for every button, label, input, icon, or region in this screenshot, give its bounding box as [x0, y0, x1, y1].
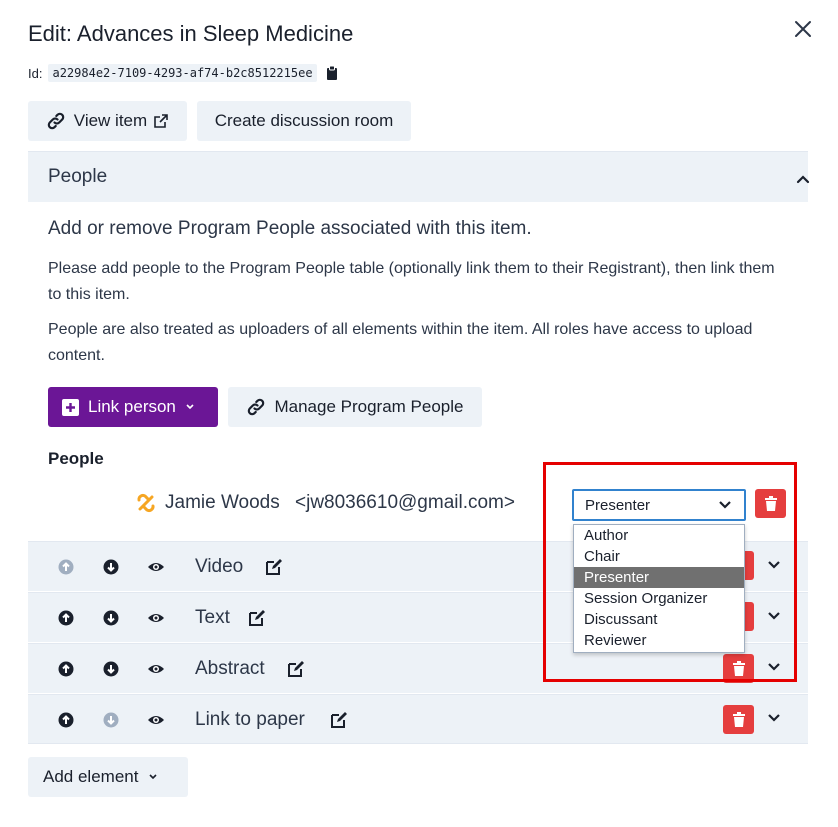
arrow-down-circle-icon[interactable]	[102, 660, 120, 678]
people-list-heading: People	[48, 449, 104, 468]
chevron-down-icon	[149, 774, 158, 780]
clipboard-icon[interactable]	[325, 65, 339, 81]
eye-icon[interactable]	[147, 660, 165, 678]
eye-icon[interactable]	[147, 609, 165, 627]
chevron-up-icon[interactable]	[796, 171, 810, 189]
modal-title: Edit: Advances in Sleep Medicine	[28, 21, 354, 46]
link-icon	[248, 398, 265, 416]
arrow-down-circle-icon[interactable]	[102, 558, 120, 576]
close-icon[interactable]	[790, 16, 816, 42]
create-discussion-room-button[interactable]: Create discussion room	[197, 101, 411, 141]
manage-program-people-button[interactable]: Manage Program People	[228, 387, 482, 427]
edit-icon[interactable]	[265, 558, 283, 576]
view-item-label: View item	[73, 111, 148, 130]
element-label: Video	[195, 556, 244, 577]
arrow-up-circle-icon[interactable]	[57, 711, 75, 729]
highlight-box	[543, 462, 797, 682]
delete-element-button[interactable]	[723, 705, 754, 734]
element-row-link-to-paper: Link to paper	[28, 694, 808, 744]
trash-icon	[732, 711, 745, 727]
link-person-button[interactable]: Link person	[48, 387, 218, 427]
arrow-down-circle-icon	[103, 712, 119, 728]
id-line: Id: a22984e2-7109-4293-af74-b2c8512215ee	[28, 64, 339, 82]
link-person-label: Link person	[88, 397, 176, 416]
element-label: Link to paper	[195, 709, 305, 730]
chevron-down-icon	[186, 404, 194, 410]
element-label: Text	[195, 607, 230, 628]
person-email: <jw8036610@gmail.com>	[295, 492, 515, 513]
view-item-button[interactable]: View item	[28, 101, 187, 141]
people-help-1: Please add people to the Program People …	[48, 260, 775, 303]
eye-icon[interactable]	[147, 711, 165, 729]
eye-icon[interactable]	[147, 558, 165, 576]
chevron-down-icon[interactable]	[766, 712, 782, 724]
edit-icon[interactable]	[287, 660, 305, 678]
add-element-label: Add element	[43, 767, 139, 786]
id-value: a22984e2-7109-4293-af74-b2c8512215ee	[48, 64, 317, 82]
edit-icon[interactable]	[330, 711, 348, 729]
plus-square-icon	[62, 398, 79, 416]
element-label: Abstract	[195, 658, 265, 679]
people-accordion-title: People	[48, 166, 108, 187]
people-intro: Add or remove Program People associated …	[48, 218, 532, 239]
external-link-icon	[154, 114, 168, 128]
link-icon	[47, 112, 65, 130]
people-help-2: People are also treated as uploaders of …	[48, 321, 753, 364]
add-element-button[interactable]: Add element	[28, 757, 188, 797]
arrow-up-circle-icon	[58, 559, 74, 575]
person-name: Jamie Woods	[165, 492, 280, 513]
arrow-up-circle-icon[interactable]	[57, 609, 75, 627]
unlinked-registrant-icon	[135, 492, 157, 514]
arrow-up-circle-icon[interactable]	[57, 660, 75, 678]
people-accordion-header[interactable]: People	[28, 151, 808, 202]
edit-icon[interactable]	[248, 609, 266, 627]
arrow-down-circle-icon[interactable]	[102, 609, 120, 627]
manage-people-label: Manage Program People	[274, 397, 464, 416]
id-label: Id:	[28, 65, 43, 81]
